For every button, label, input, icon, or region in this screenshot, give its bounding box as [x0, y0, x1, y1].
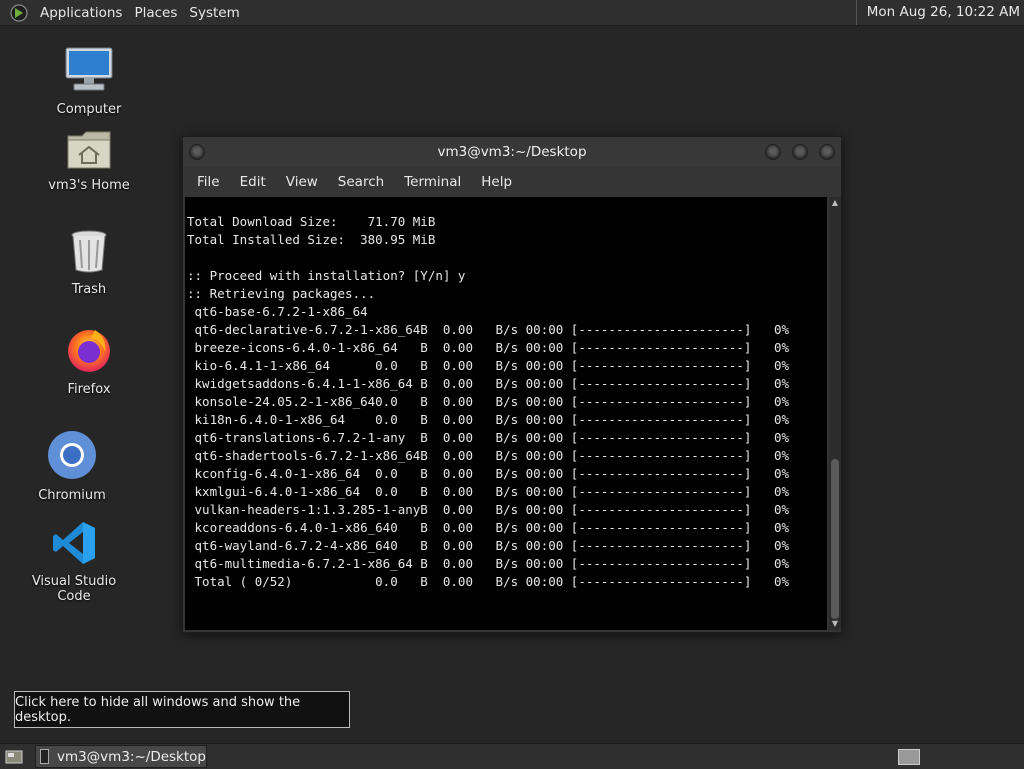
system-menu[interactable]: System [183, 5, 245, 21]
maximize-icon[interactable] [792, 144, 808, 160]
terminal-scrollbar[interactable]: ▲ ▼ [829, 197, 841, 630]
menu-edit[interactable]: Edit [230, 174, 276, 190]
terminal-menubar: File Edit View Search Terminal Help [183, 167, 841, 197]
terminal-line: kconfig-6.4.0-1-x86_64 0.0 B 0.00 B/s 00… [187, 466, 790, 481]
desktop-icon-label: Visual Studio Code [31, 574, 117, 604]
desktop-icon-chromium[interactable]: Chromium [12, 430, 132, 503]
terminal-line: qt6-translations-6.7.2-1-any B 0.00 B/s … [187, 430, 790, 445]
menu-view[interactable]: View [276, 174, 328, 190]
terminal-text: Total Download Size: 71.70 MiB Total Inst… [185, 197, 827, 591]
scrollbar-thumb[interactable] [831, 459, 839, 619]
terminal-line: qt6-wayland-6.7.2-4-x86_640 B 0.00 B/s 0… [187, 538, 790, 553]
terminal-line: :: Proceed with installation? [Y/n] y [187, 268, 466, 283]
menu-file[interactable]: File [187, 174, 230, 190]
terminal-line: vulkan-headers-1:1.3.285-1-anyB 0.00 B/s… [187, 502, 790, 517]
bottom-panel: vm3@vm3:~/Desktop [0, 743, 1024, 769]
desktop-icon-label: Computer [56, 102, 122, 117]
terminal-line: Total Installed Size: 380.95 MiB [187, 232, 436, 247]
clock[interactable]: Mon Aug 26, 10:22 AM [855, 0, 1024, 25]
terminal-line: kxmlgui-6.4.0-1-x86_64 0.0 B 0.00 B/s 00… [187, 484, 790, 499]
chromium-icon [12, 430, 132, 484]
places-menu[interactable]: Places [128, 5, 183, 21]
terminal-window[interactable]: vm3@vm3:~/Desktop File Edit View Search … [182, 136, 842, 633]
terminal-line: kwidgetsaddons-6.4.1-1-x86_64 B 0.00 B/s… [187, 376, 790, 391]
desktop-icon-label: Chromium [38, 488, 106, 503]
desktop-icon-label: Trash [71, 282, 107, 297]
close-icon[interactable] [819, 144, 835, 160]
terminal-line: qt6-multimedia-6.7.2-1-x86_64 B 0.00 B/s… [187, 556, 790, 571]
menu-search[interactable]: Search [328, 174, 394, 190]
terminal-line: Total ( 0/52) 0.0 B 0.00 B/s 00:00 [----… [187, 574, 790, 589]
distro-logo-icon[interactable] [8, 2, 30, 24]
desktop-icon-home[interactable]: vm3's Home [29, 128, 149, 193]
top-panel: Applications Places System Mon Aug 26, 1… [0, 0, 1024, 26]
terminal-line: kcoreaddons-6.4.0-1-x86_640 B 0.00 B/s 0… [187, 520, 790, 535]
terminal-line: Total Download Size: 71.70 MiB [187, 214, 436, 229]
show-desktop-tooltip: Click here to hide all windows and show … [14, 691, 350, 728]
scroll-down-icon[interactable]: ▼ [829, 618, 841, 630]
desktop-icon-vscode[interactable]: Visual Studio Code [14, 520, 134, 604]
desktop-icon-computer[interactable]: Computer [29, 46, 149, 117]
window-titlebar[interactable]: vm3@vm3:~/Desktop [183, 137, 841, 167]
window-title: vm3@vm3:~/Desktop [437, 144, 587, 160]
desktop-icon-firefox[interactable]: Firefox [29, 326, 149, 397]
workspace-switcher[interactable] [898, 748, 920, 765]
home-folder-icon [29, 128, 149, 174]
menu-terminal[interactable]: Terminal [394, 174, 471, 190]
firefox-icon [29, 326, 149, 378]
terminal-line: qt6-declarative-6.7.2-1-x86_64B 0.00 B/s… [187, 322, 790, 337]
window-menu-icon[interactable] [189, 144, 205, 160]
terminal-line: kio-6.4.1-1-x86_64 0.0 B 0.00 B/s 00:00 … [187, 358, 790, 373]
terminal-line: qt6-base-6.7.2-1-x86_64 [187, 304, 368, 319]
taskbar-window-label: vm3@vm3:~/Desktop [56, 748, 206, 765]
computer-icon [29, 46, 149, 98]
trash-icon [29, 228, 149, 278]
desktop-icon-trash[interactable]: Trash [29, 228, 149, 297]
terminal-icon [40, 749, 49, 764]
terminal-line: ki18n-6.4.0-1-x86_64 0.0 B 0.00 B/s 00:0… [187, 412, 790, 427]
applications-menu[interactable]: Applications [34, 5, 128, 21]
terminal-line: breeze-icons-6.4.0-1-x86_64 B 0.00 B/s 0… [187, 340, 790, 355]
desktop-icon-label: vm3's Home [48, 178, 130, 193]
minimize-icon[interactable] [765, 144, 781, 160]
vscode-icon [14, 520, 134, 570]
terminal-line: konsole-24.05.2-1-x86_640.0 B 0.00 B/s 0… [187, 394, 790, 409]
desktop-icon-label: Firefox [67, 382, 111, 397]
terminal-line: :: Retrieving packages... [187, 286, 376, 301]
terminal-output[interactable]: Total Download Size: 71.70 MiB Total Inst… [185, 197, 827, 630]
taskbar-window-button[interactable]: vm3@vm3:~/Desktop [35, 745, 207, 768]
show-desktop-button[interactable] [3, 747, 25, 767]
menu-help[interactable]: Help [471, 174, 522, 190]
terminal-line: qt6-shadertools-6.7.2-1-x86_64B 0.00 B/s… [187, 448, 790, 463]
scroll-up-icon[interactable]: ▲ [829, 197, 841, 209]
show-desktop-icon [5, 750, 23, 763]
